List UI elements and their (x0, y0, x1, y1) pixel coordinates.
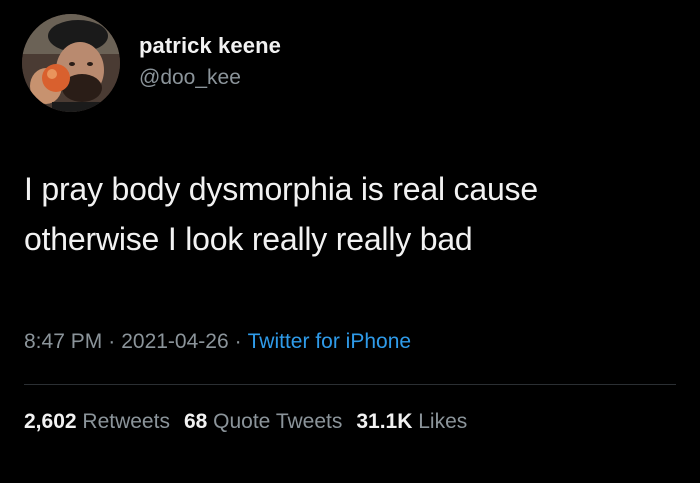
author-name[interactable]: patrick keene (139, 33, 281, 59)
tweet-stats: 2,602 Retweets 68 Quote Tweets 31.1K Likes (24, 410, 481, 434)
retweets-label: Retweets (82, 410, 170, 433)
separator: · (108, 330, 116, 353)
tweet-metadata: 8:47 PM · 2021-04-26 · Twitter for iPhone (24, 330, 411, 354)
tweet-source-link[interactable]: Twitter for iPhone (248, 330, 411, 353)
likes-stat[interactable]: 31.1K Likes (356, 410, 467, 433)
divider (24, 384, 676, 385)
tweet-date[interactable]: 2021-04-26 (121, 330, 228, 353)
quote-tweets-stat[interactable]: 68 Quote Tweets (184, 410, 342, 433)
tweet-text: I pray body dysmorphia is real cause oth… (24, 164, 684, 264)
tweet-text-line: I pray body dysmorphia is real cause (24, 171, 538, 207)
tweet-card: patrick keene @doo_kee I pray body dysmo… (0, 0, 700, 483)
tweet-text-line: otherwise I look really really bad (24, 221, 473, 257)
author-handle[interactable]: @doo_kee (139, 66, 241, 90)
retweets-stat[interactable]: 2,602 Retweets (24, 410, 170, 433)
likes-label: Likes (418, 410, 468, 433)
separator: · (234, 330, 242, 353)
quote-tweets-label: Quote Tweets (213, 410, 343, 433)
avatar-photo (22, 14, 120, 112)
quote-tweets-count: 68 (183, 410, 208, 433)
retweets-count: 2,602 (24, 410, 77, 433)
likes-count: 31.1K (356, 410, 413, 433)
tweet-time[interactable]: 8:47 PM (24, 330, 102, 353)
avatar[interactable] (22, 14, 120, 112)
